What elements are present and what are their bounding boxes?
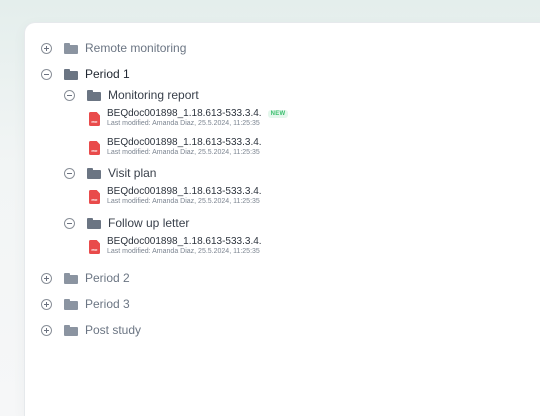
pdf-file-icon: PDF — [89, 112, 100, 126]
collapse-toggle-icon[interactable] — [41, 68, 52, 80]
file-name[interactable]: BEQdoc001898_1.18.613-533.3.4. — [107, 108, 262, 119]
new-badge: NEW — [267, 109, 289, 118]
collapse-toggle-icon[interactable] — [64, 89, 75, 101]
folder-icon — [87, 89, 101, 101]
tree-node-post-study[interactable]: Post study — [41, 323, 141, 337]
pdf-file-icon: PDF — [89, 141, 100, 155]
file-last-modified: Last modified: Amanda Diaz, 25.5.2024, 1… — [107, 120, 260, 127]
tree-node-period-3[interactable]: Period 3 — [41, 297, 130, 311]
file-item[interactable]: PDF BEQdoc001898_1.18.613-533.3.4. Last … — [89, 137, 262, 156]
file-name[interactable]: BEQdoc001898_1.18.613-533.3.4. — [107, 236, 262, 247]
pdf-file-icon: PDF — [89, 190, 100, 204]
file-last-modified: Last modified: Amanda Diaz, 25.5.2024, 1… — [107, 248, 260, 255]
folder-icon — [87, 217, 101, 229]
tree-node-remote-monitoring[interactable]: Remote monitoring — [41, 41, 186, 55]
file-name[interactable]: BEQdoc001898_1.18.613-533.3.4. — [107, 186, 262, 197]
node-label: Period 1 — [85, 67, 130, 81]
node-label: Period 2 — [85, 271, 130, 285]
folder-icon — [64, 298, 78, 310]
pdf-file-icon: PDF — [89, 240, 100, 254]
tree-node-period-2[interactable]: Period 2 — [41, 271, 130, 285]
folder-icon — [87, 167, 101, 179]
node-label: Monitoring report — [108, 88, 199, 102]
folder-icon — [64, 272, 78, 284]
tree-node-follow-up-letter[interactable]: Follow up letter — [64, 216, 189, 230]
file-last-modified: Last modified: Amanda Diaz, 25.5.2024, 1… — [107, 198, 260, 205]
folder-icon — [64, 68, 78, 80]
file-name[interactable]: BEQdoc001898_1.18.613-533.3.4. — [107, 137, 262, 148]
node-label: Post study — [85, 323, 142, 337]
folder-icon — [64, 42, 78, 54]
node-label: Follow up letter — [108, 216, 190, 230]
collapse-toggle-icon[interactable] — [64, 167, 75, 179]
expand-toggle-icon[interactable] — [41, 298, 52, 310]
expand-toggle-icon[interactable] — [41, 42, 52, 54]
folder-icon — [64, 324, 78, 336]
tree-node-period-1[interactable]: Period 1 — [41, 67, 130, 81]
file-item[interactable]: PDF BEQdoc001898_1.18.613-533.3.4. Last … — [89, 186, 262, 205]
file-item[interactable]: PDF BEQdoc001898_1.18.613-533.3.4. NEW L… — [89, 108, 289, 127]
node-label: Period 3 — [85, 297, 130, 311]
tree-node-monitoring-report[interactable]: Monitoring report — [64, 88, 199, 102]
collapse-toggle-icon[interactable] — [64, 217, 75, 229]
file-item[interactable]: PDF BEQdoc001898_1.18.613-533.3.4. Last … — [89, 236, 262, 255]
node-label: Visit plan — [108, 166, 157, 180]
node-label: Remote monitoring — [85, 41, 187, 55]
tree-node-visit-plan[interactable]: Visit plan — [64, 166, 156, 180]
file-last-modified: Last modified: Amanda Diaz, 25.5.2024, 1… — [107, 149, 260, 156]
expand-toggle-icon[interactable] — [41, 272, 52, 284]
expand-toggle-icon[interactable] — [41, 324, 52, 336]
